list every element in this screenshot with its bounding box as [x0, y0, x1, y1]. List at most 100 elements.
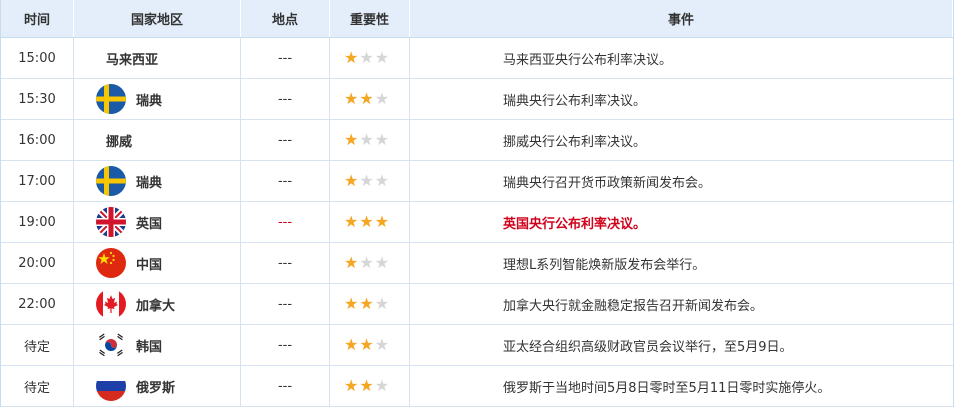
country-name: 加拿大 — [136, 298, 176, 314]
star-icon: ★ — [374, 130, 390, 149]
china-flag-icon — [96, 248, 126, 278]
star-icon: ★ — [374, 294, 390, 313]
row-place: --- — [241, 284, 330, 324]
russia-flag-icon — [96, 371, 126, 401]
row-country: 韩国 — [74, 325, 241, 365]
row-event: 挪威央行公布利率决议。 — [410, 120, 953, 160]
row-country: 加拿大 — [74, 284, 241, 324]
event-text: 挪威央行公布利率决议。 — [503, 134, 647, 150]
star-icon: ★ — [374, 376, 390, 395]
row-place: --- — [241, 161, 330, 201]
row-country: 马来西亚 — [74, 38, 241, 78]
star-icon: ★ — [374, 212, 390, 231]
star-icon: ★ — [359, 89, 374, 108]
table-row: 15:30 瑞典 --- ★ ★ ★ 瑞典央行公布利率决议。 — [1, 79, 953, 120]
country-name: 瑞典 — [136, 93, 163, 109]
star-icon: ★ — [359, 376, 374, 395]
row-country: 瑞典 — [74, 161, 241, 201]
star-icon: ★ — [344, 130, 359, 149]
country-name: 英国 — [136, 216, 163, 232]
header-event: 事件 — [410, 0, 953, 37]
row-event: 加拿大央行就金融稳定报告召开新闻发布会。 — [410, 284, 953, 324]
event-text: 瑞典央行召开货币政策新闻发布会。 — [503, 175, 712, 191]
star-icon: ★ — [344, 89, 359, 108]
row-importance: ★ ★ ★ — [330, 202, 410, 242]
sweden-flag-icon — [96, 166, 126, 196]
row-place: --- — [241, 38, 330, 78]
row-time: 17:00 — [1, 161, 74, 201]
row-time: 22:00 — [1, 284, 74, 324]
country-name: 韩国 — [136, 339, 163, 355]
row-event: 瑞典央行召开货币政策新闻发布会。 — [410, 161, 953, 201]
row-event: 英国央行公布利率决议。 — [410, 202, 953, 242]
header-importance: 重要性 — [330, 0, 410, 37]
country-name: 瑞典 — [136, 175, 163, 191]
star-icon: ★ — [359, 253, 374, 272]
star-icon: ★ — [344, 253, 359, 272]
header-time: 时间 — [1, 0, 74, 37]
event-text: 亚太经合组织高级财政官员会议举行，至5月9日。 — [503, 339, 793, 355]
row-event: 俄罗斯于当地时间5月8日零时至5月11日零时实施停火。 — [410, 366, 953, 406]
event-text: 俄罗斯于当地时间5月8日零时至5月11日零时实施停火。 — [503, 380, 831, 396]
row-country: 俄罗斯 — [74, 366, 241, 406]
row-importance: ★ ★ ★ — [330, 38, 410, 78]
event-text: 理想L系列智能焕新版发布会举行。 — [503, 257, 706, 273]
star-icon: ★ — [359, 130, 374, 149]
star-icon: ★ — [359, 48, 374, 67]
row-country: 瑞典 — [74, 79, 241, 119]
row-time: 19:00 — [1, 202, 74, 242]
star-icon: ★ — [359, 335, 374, 354]
row-time: 16:00 — [1, 120, 74, 160]
event-text: 瑞典央行公布利率决议。 — [503, 93, 647, 109]
star-icon: ★ — [359, 171, 374, 190]
star-icon: ★ — [344, 171, 359, 190]
row-event: 瑞典央行公布利率决议。 — [410, 79, 953, 119]
star-icon: ★ — [374, 335, 390, 354]
event-text: 英国央行公布利率决议。 — [503, 216, 647, 232]
header-country: 国家地区 — [74, 0, 241, 37]
table-row: 22:00 加拿大 --- ★ ★ ★ 加拿大央行就金融稳定报告召开新闻发布会。 — [1, 284, 953, 325]
row-importance: ★ ★ ★ — [330, 284, 410, 324]
table-row: 19:00 英国 --- ★ ★ ★ 英国央行公布利率决议。 — [1, 202, 953, 243]
row-time: 待定 — [1, 325, 74, 365]
row-event: 亚太经合组织高级财政官员会议举行，至5月9日。 — [410, 325, 953, 365]
country-name: 俄罗斯 — [136, 380, 176, 396]
table-row: 待定 俄罗斯 --- ★ ★ ★ 俄罗斯于当地时间5月8日零时至5月11日零时实施停… — [1, 366, 953, 407]
row-importance: ★ ★ ★ — [330, 325, 410, 365]
table-row: 15:00 马来西亚 --- ★ ★ ★ 马来西亚央行公布利率决议。 — [1, 38, 953, 79]
uk-flag-icon — [96, 207, 126, 237]
calendar-table: 时间 国家地区 地点 重要性 事件 15:00 马来西亚 --- ★ ★ ★ 马来西… — [0, 0, 954, 407]
row-place: --- — [241, 120, 330, 160]
star-icon: ★ — [344, 212, 359, 231]
row-time: 20:00 — [1, 243, 74, 283]
row-country: 挪威 — [74, 120, 241, 160]
row-place: --- — [241, 366, 330, 406]
sweden-flag-icon — [96, 84, 126, 114]
country-name: 中国 — [136, 257, 163, 273]
table-row: 17:00 瑞典 --- ★ ★ ★ 瑞典央行召开货币政策新闻发布会。 — [1, 161, 953, 202]
korea-flag-icon — [96, 330, 126, 360]
row-event: 马来西亚央行公布利率决议。 — [410, 38, 953, 78]
row-importance: ★ ★ ★ — [330, 79, 410, 119]
header-place: 地点 — [241, 0, 330, 37]
star-icon: ★ — [359, 212, 374, 231]
star-icon: ★ — [344, 48, 359, 67]
canada-flag-icon — [96, 289, 126, 319]
row-place: --- — [241, 325, 330, 365]
row-importance: ★ ★ ★ — [330, 366, 410, 406]
row-place: --- — [241, 202, 330, 242]
row-time: 15:30 — [1, 79, 74, 119]
table-header: 时间 国家地区 地点 重要性 事件 — [1, 0, 953, 38]
event-text: 马来西亚央行公布利率决议。 — [503, 52, 673, 68]
star-icon: ★ — [359, 294, 374, 313]
star-icon: ★ — [374, 171, 390, 190]
row-time: 待定 — [1, 366, 74, 406]
star-icon: ★ — [344, 376, 359, 395]
table-row: 待定 韩国 --- ★ ★ ★ 亚太经合组织高级财政官员会议举行，至5月9日。 — [1, 325, 953, 366]
row-place: --- — [241, 79, 330, 119]
row-country: 英国 — [74, 202, 241, 242]
event-text: 加拿大央行就金融稳定报告召开新闻发布会。 — [503, 298, 764, 314]
country-name: 马来西亚 — [106, 52, 159, 68]
star-icon: ★ — [374, 89, 390, 108]
row-country: 中国 — [74, 243, 241, 283]
